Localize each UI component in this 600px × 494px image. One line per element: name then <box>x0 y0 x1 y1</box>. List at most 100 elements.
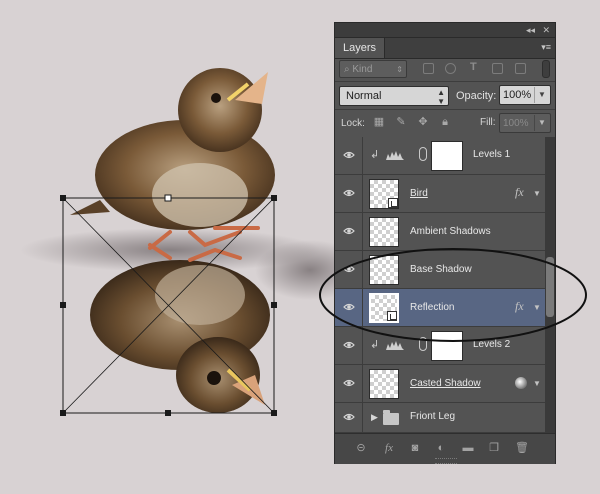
layer-name[interactable]: Reflection <box>410 301 454 315</box>
divider <box>335 109 555 110</box>
layer-name[interactable]: Friont Leg <box>410 411 455 422</box>
smart-object-filter-icon[interactable] <box>515 63 526 74</box>
pixel-filter-icon[interactable] <box>423 63 434 74</box>
collapse-icon[interactable]: ◂◂ <box>526 24 535 36</box>
adjustment-filter-icon[interactable] <box>445 63 456 74</box>
layers-list: ↲ Levels 1 Bird fx ▼ Ambient Shadows Bas… <box>335 137 555 433</box>
eye-icon <box>343 341 355 349</box>
visibility-toggle[interactable] <box>335 327 363 364</box>
lock-all-icon[interactable]: 🔒︎ <box>439 116 451 128</box>
layers-panel: ◂◂ ✕ Layers ▾≡ ⌕ Kind ⇕ T Normal ▲ ▼ Opac… <box>334 22 556 464</box>
layer-name[interactable]: Levels 1 <box>473 149 510 160</box>
layer-row-friont-leg-group[interactable]: ▶ Friont Leg <box>335 403 545 433</box>
fill-value: 100% <box>503 118 529 129</box>
layers-scrollbar[interactable] <box>545 137 555 433</box>
layer-row-bird[interactable]: Bird fx ▼ <box>335 175 545 213</box>
new-layer-icon[interactable]: ❐ <box>488 443 500 454</box>
chevron-down-icon[interactable]: ▼ <box>534 87 549 103</box>
smart-object-icon <box>388 198 398 208</box>
visibility-toggle[interactable] <box>335 289 363 326</box>
levels-histogram-icon <box>386 151 404 160</box>
layer-name[interactable]: Casted Shadow <box>410 377 481 391</box>
select-arrows-icon: ▲ ▼ <box>437 88 445 106</box>
type-filter-icon[interactable]: T <box>470 62 481 73</box>
layer-name[interactable]: Base Shadow <box>410 263 472 277</box>
layer-thumbnail[interactable] <box>369 255 399 285</box>
add-mask-icon[interactable]: ◙ <box>409 443 421 454</box>
expand-effects-icon[interactable]: ▼ <box>533 303 541 312</box>
visibility-toggle[interactable] <box>335 251 363 288</box>
expand-effects-icon[interactable]: ▼ <box>533 379 541 388</box>
link-icon[interactable] <box>419 147 427 161</box>
tab-layers[interactable]: Layers <box>335 38 386 58</box>
lock-transparent-icon[interactable]: ▦ <box>373 116 385 128</box>
filter-kind-select[interactable]: ⌕ Kind ⇕ <box>339 60 407 78</box>
mask-thumbnail[interactable] <box>431 331 463 361</box>
opacity-field[interactable]: 100% ▼ <box>499 85 551 105</box>
lock-label: Lock: <box>341 118 365 129</box>
chevron-down-icon[interactable]: ▼ <box>534 115 549 131</box>
delete-layer-icon[interactable]: 🗑︎ <box>515 443 529 454</box>
expand-effects-icon[interactable]: ▼ <box>533 189 541 198</box>
lock-brush-icon[interactable]: ✎ <box>395 116 407 128</box>
fill-field[interactable]: 100% ▼ <box>499 113 551 133</box>
layer-thumbnail[interactable] <box>369 293 399 323</box>
opacity-label: Opacity: <box>456 90 497 102</box>
expand-group-icon[interactable]: ▶ <box>371 412 378 423</box>
layer-row-casted-shadow[interactable]: Casted Shadow ▼ <box>335 365 545 403</box>
eye-icon <box>343 227 355 235</box>
fill-label: Fill: <box>480 117 496 128</box>
eye-icon <box>343 189 355 197</box>
visibility-toggle[interactable] <box>335 365 363 402</box>
search-icon: ⌕ <box>344 64 350 75</box>
layer-row-levels-1[interactable]: ↲ Levels 1 <box>335 137 545 175</box>
layer-name[interactable]: Levels 2 <box>473 339 510 350</box>
blend-mode-select[interactable]: Normal ▲ ▼ <box>339 86 449 106</box>
lock-move-icon[interactable]: ✥ <box>417 116 429 128</box>
new-adjustment-icon[interactable]: ◐ <box>435 443 447 454</box>
layer-name[interactable]: Ambient Shadows <box>410 225 491 239</box>
smart-object-icon <box>387 311 397 321</box>
resize-grip[interactable] <box>435 458 457 464</box>
new-group-icon[interactable]: ▬ <box>462 443 474 454</box>
add-style-icon[interactable]: fx <box>383 443 395 454</box>
filter-kind-label: Kind <box>352 64 373 75</box>
panel-title-bar: ◂◂ ✕ <box>335 23 555 38</box>
layer-thumbnail[interactable] <box>369 179 399 209</box>
fx-icon[interactable]: fx <box>515 299 524 314</box>
bird-image <box>70 68 275 250</box>
visibility-toggle[interactable] <box>335 175 363 212</box>
layer-row-base-shadow[interactable]: Base Shadow <box>335 251 545 289</box>
visibility-toggle[interactable] <box>335 213 363 250</box>
filter-toggle[interactable] <box>542 60 550 78</box>
eye-icon <box>343 303 355 311</box>
link-layers-icon[interactable]: ⊝ <box>355 443 367 454</box>
shape-filter-icon[interactable] <box>492 63 503 74</box>
panel-tab-bar: Layers ▾≡ <box>335 38 555 59</box>
layers-bottom-toolbar: ⊝ fx ◙ ◐ ▬ ❐ 🗑︎ <box>335 433 555 464</box>
visibility-toggle[interactable] <box>335 403 363 432</box>
visibility-toggle[interactable] <box>335 137 363 174</box>
layer-name[interactable]: Bird <box>410 187 428 201</box>
opacity-value: 100% <box>503 89 532 101</box>
eye-icon <box>343 379 355 387</box>
divider <box>335 81 555 82</box>
layer-thumbnail[interactable] <box>369 369 399 399</box>
scrollbar-thumb[interactable] <box>546 257 554 317</box>
layer-thumbnail[interactable] <box>369 217 399 247</box>
fx-icon[interactable]: fx <box>515 185 524 200</box>
mask-thumbnail[interactable] <box>431 141 463 171</box>
layer-filter-row: ⌕ Kind ⇕ T <box>335 58 555 80</box>
close-panel-icon[interactable]: ✕ <box>542 24 550 36</box>
clipping-arrow-icon: ↲ <box>370 149 380 161</box>
layer-style-icon[interactable] <box>515 377 527 389</box>
select-arrows-icon: ⇕ <box>396 65 403 74</box>
layer-row-levels-2[interactable]: ↲ Levels 2 <box>335 327 545 365</box>
layer-row-ambient-shadows[interactable]: Ambient Shadows <box>335 213 545 251</box>
levels-histogram-icon <box>386 341 404 350</box>
link-icon[interactable] <box>419 337 427 351</box>
layer-row-reflection[interactable]: Reflection fx ▼ <box>335 289 545 327</box>
eye-icon <box>343 151 355 159</box>
panel-menu-icon[interactable]: ▾≡ <box>541 42 551 53</box>
eye-icon <box>343 413 355 421</box>
